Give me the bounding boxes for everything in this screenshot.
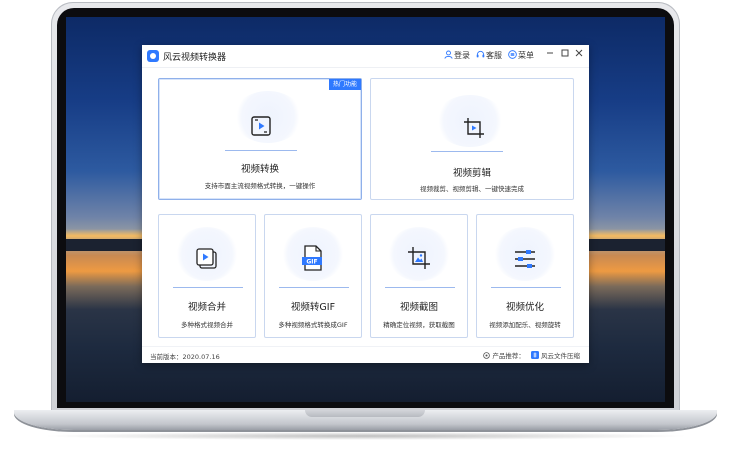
app-window: 风云视频转换器 登录 客服 菜单 热门功能 视频转换 支持市面主流视频格式转换，… bbox=[142, 45, 589, 363]
hot-feature-badge: 热门功能 bbox=[329, 79, 361, 90]
minimize-icon bbox=[547, 52, 553, 54]
maximize-icon bbox=[561, 49, 569, 57]
image-crop-icon bbox=[408, 247, 430, 269]
login-label: 登录 bbox=[454, 51, 470, 60]
laptop-notch bbox=[305, 410, 425, 417]
video-convert-title: 视频转换 bbox=[240, 164, 279, 175]
video-screenshot-title: 视频截图 bbox=[399, 302, 438, 313]
recommend-icon bbox=[483, 352, 491, 359]
app-logo-icon bbox=[147, 50, 159, 62]
crop-video-icon bbox=[464, 118, 484, 138]
video-optimize-card[interactable]: 视频优化 视频添加配乐、视频旋转 bbox=[476, 214, 574, 338]
video-merge-icon bbox=[196, 248, 217, 269]
service-label: 客服 bbox=[486, 51, 502, 60]
user-icon bbox=[444, 50, 453, 59]
svg-text:GIF: GIF bbox=[306, 258, 317, 265]
menu-label: 菜单 bbox=[518, 51, 534, 60]
product-recommend: 产品推荐： 风云文件压缩 bbox=[483, 350, 580, 360]
menu-button[interactable]: 菜单 bbox=[508, 50, 534, 61]
title-bar: 风云视频转换器 登录 客服 菜单 bbox=[142, 45, 589, 68]
video-edit-title: 视频剪辑 bbox=[452, 168, 491, 179]
video-merge-card[interactable]: 视频合并 多种格式视频合并 bbox=[158, 214, 256, 338]
recommend-product-label: 风云文件压缩 bbox=[541, 352, 580, 360]
recommend-product-link[interactable]: 风云文件压缩 bbox=[530, 351, 580, 360]
sliders-icon bbox=[515, 250, 535, 268]
minimize-button[interactable] bbox=[544, 49, 556, 61]
video-merge-title: 视频合并 bbox=[187, 302, 226, 313]
recommend-label: 产品推荐： bbox=[492, 352, 525, 360]
video-to-gif-card[interactable]: GIF 视频转GIF 多种视频格式转换成GIF bbox=[264, 214, 362, 338]
service-button[interactable]: 客服 bbox=[476, 50, 502, 61]
menu-icon bbox=[508, 50, 517, 59]
video-optimize-desc: 视频添加配乐、视频旋转 bbox=[489, 321, 561, 329]
maximize-button[interactable] bbox=[559, 49, 571, 61]
video-merge-desc: 多种格式视频合并 bbox=[181, 321, 233, 329]
headset-icon bbox=[476, 50, 485, 58]
video-optimize-title: 视频优化 bbox=[505, 302, 544, 313]
compress-app-icon bbox=[530, 351, 539, 359]
gif-file-icon: GIF bbox=[302, 245, 322, 271]
close-icon bbox=[575, 49, 583, 57]
version-label: 当前版本：2020.07.16 bbox=[150, 353, 220, 361]
app-title: 风云视频转换器 bbox=[163, 53, 227, 63]
video-screenshot-desc: 精确定位视频，获取截图 bbox=[383, 321, 455, 329]
video-edit-card[interactable]: 视频剪辑 视频裁剪、视频剪辑、一键快速完成 bbox=[370, 78, 574, 200]
video-to-gif-desc: 多种视频格式转换成GIF bbox=[278, 321, 348, 329]
video-convert-desc: 支持市面主流视频格式转换，一键操作 bbox=[204, 182, 316, 190]
video-screenshot-card[interactable]: 视频截图 精确定位视频，获取截图 bbox=[370, 214, 468, 338]
video-to-gif-title: 视频转GIF bbox=[290, 302, 336, 313]
close-button[interactable] bbox=[573, 49, 585, 61]
video-edit-desc: 视频裁剪、视频剪辑、一键快速完成 bbox=[420, 185, 524, 193]
login-button[interactable]: 登录 bbox=[444, 50, 470, 61]
video-convert-card[interactable]: 热门功能 视频转换 支持市面主流视频格式转换，一键操作 bbox=[158, 78, 362, 200]
video-convert-icon bbox=[251, 116, 271, 136]
